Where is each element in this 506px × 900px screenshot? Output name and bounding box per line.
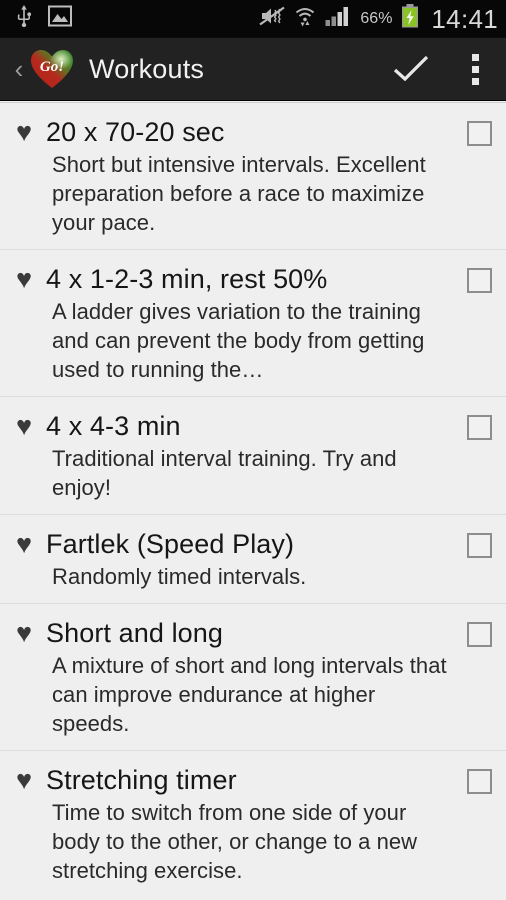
list-item[interactable]: ♥ 4 x 1-2-3 min, rest 50% A ladder gives…: [0, 249, 506, 396]
list-item-header: ♥ 4 x 1-2-3 min, rest 50%: [0, 264, 506, 295]
list-item[interactable]: ♥ Fartlek (Speed Play) Randomly timed in…: [0, 514, 506, 603]
list-item-title: 20 x 70-20 sec: [46, 117, 225, 147]
usb-icon: [14, 5, 34, 32]
action-bar: ‹ Go! Workouts: [0, 38, 506, 101]
battery-percent-label: 66%: [360, 9, 393, 27]
workout-list[interactable]: ♥ 20 x 70-20 sec Short but intensive int…: [0, 102, 506, 900]
list-item-description: Randomly timed intervals.: [52, 564, 307, 589]
list-item-title: Fartlek (Speed Play): [46, 529, 295, 559]
list-item-checkbox[interactable]: [467, 268, 492, 293]
list-item-title: Stretching timer: [46, 765, 237, 795]
confirm-check-button[interactable]: [378, 38, 444, 101]
list-item-description: Short but intensive intervals. Excellent…: [52, 152, 426, 235]
screenshot-image-icon: [48, 5, 72, 32]
list-item-checkbox[interactable]: [467, 622, 492, 647]
list-item-header: ♥ Fartlek (Speed Play): [0, 529, 506, 560]
list-item[interactable]: ♥ 20 x 70-20 sec Short but intensive int…: [0, 102, 506, 249]
list-item-checkbox[interactable]: [467, 533, 492, 558]
app-logo-heart-icon[interactable]: Go!: [29, 46, 75, 92]
status-bar-clock: 14:41: [431, 3, 498, 34]
list-item-checkbox[interactable]: [467, 769, 492, 794]
list-item-title: 4 x 1-2-3 min, rest 50%: [46, 264, 328, 294]
vibrate-off-icon: [259, 5, 286, 32]
list-item-checkbox[interactable]: [467, 415, 492, 440]
list-item-checkbox[interactable]: [467, 121, 492, 146]
status-bar-left-icons: [14, 5, 72, 32]
list-item-description: Traditional interval training. Try and e…: [52, 446, 397, 500]
list-item-title: 4 x 4-3 min: [46, 411, 181, 441]
status-bar-right-icons: 66% 14:41: [259, 4, 498, 33]
heart-bullet-icon: ♥: [16, 411, 33, 441]
heart-bullet-icon: ♥: [16, 529, 33, 559]
app-screen: 66% 14:41 ‹ Go! Workouts ♥ 20 x 70-20 se…: [0, 0, 506, 900]
status-bar: 66% 14:41: [0, 0, 506, 38]
list-item[interactable]: ♥ 4 x 4-3 min Traditional interval train…: [0, 396, 506, 514]
list-item[interactable]: ♥ Stretching timer Time to switch from o…: [0, 750, 506, 897]
heart-bullet-icon: ♥: [16, 618, 33, 648]
battery-charging-icon: [401, 4, 419, 33]
list-item-title: Short and long: [46, 618, 224, 648]
list-item-description: Time to switch from one side of your bod…: [52, 800, 418, 883]
list-item-header: ♥ Stretching timer: [0, 765, 506, 796]
page-title: Workouts: [89, 54, 205, 84]
signal-bars-icon: [325, 5, 351, 32]
heart-bullet-icon: ♥: [16, 117, 33, 147]
heart-bullet-icon: ♥: [16, 264, 33, 294]
list-item-header: ♥ 4 x 4-3 min: [0, 411, 506, 442]
back-chevron-icon[interactable]: ‹: [10, 56, 28, 82]
list-item-description: A mixture of short and long intervals th…: [52, 653, 447, 736]
list-item-header: ♥ 20 x 70-20 sec: [0, 117, 506, 148]
list-item-description: A ladder gives variation to the training…: [52, 299, 425, 382]
svg-text:Go!: Go!: [40, 59, 64, 75]
list-item-header: ♥ Short and long: [0, 618, 506, 649]
action-bar-buttons: [378, 38, 506, 100]
list-item[interactable]: ♥ Short and long A mixture of short and …: [0, 603, 506, 750]
heart-bullet-icon: ♥: [16, 765, 33, 795]
wifi-icon: [294, 5, 316, 32]
overflow-menu-button[interactable]: [444, 38, 506, 101]
more-vert-icon: [471, 53, 479, 85]
